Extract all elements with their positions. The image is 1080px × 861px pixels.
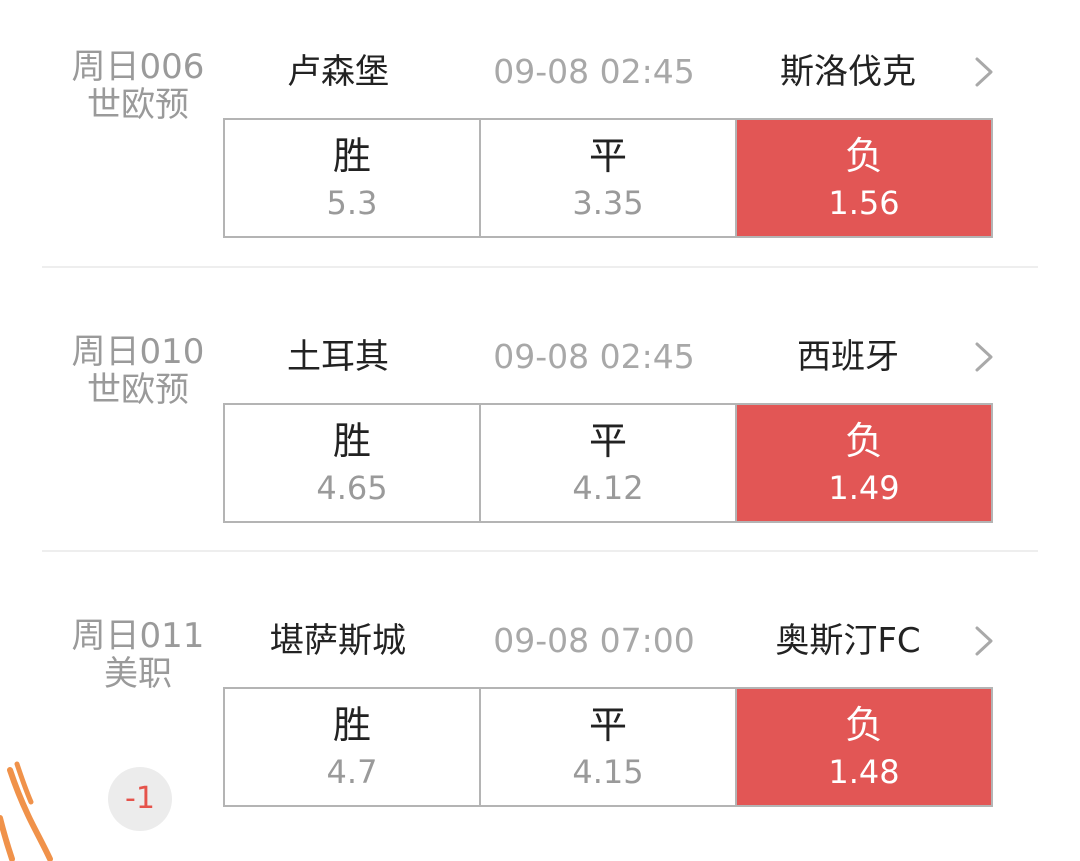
match-time: 09-08 07:00: [493, 621, 695, 660]
pen-scribble-mark: [0, 761, 53, 861]
match-code: 周日010: [71, 332, 205, 372]
odds-value: 3.35: [572, 184, 644, 222]
away-team: 奥斯汀FC: [775, 621, 921, 661]
away-team: 斯洛伐克: [780, 52, 916, 92]
odds-value: 4.65: [316, 469, 388, 507]
league-name: 美职: [104, 654, 172, 694]
odds-draw-button[interactable]: 平 3.35: [479, 120, 735, 236]
chevron-right-icon[interactable]: [964, 621, 1004, 661]
chevron-right-icon[interactable]: [964, 52, 1004, 92]
odds-value: 4.7: [326, 753, 378, 791]
league-name: 世欧预: [87, 85, 189, 125]
odds-lose-button[interactable]: 负 1.49: [735, 405, 991, 521]
divider: [42, 266, 1038, 268]
odds-win-button[interactable]: 胜 4.7: [225, 689, 479, 805]
odds-value: 4.12: [572, 469, 644, 507]
odds-row: 胜 4.7 平 4.15 负 1.48: [223, 687, 993, 807]
odds-label: 胜: [332, 419, 371, 463]
odds-value: 1.49: [828, 469, 900, 507]
odds-draw-button[interactable]: 平 4.12: [479, 405, 735, 521]
away-team: 西班牙: [797, 337, 899, 377]
home-team: 堪萨斯城: [270, 621, 406, 661]
odds-label: 负: [844, 134, 883, 178]
odds-row: 胜 4.65 平 4.12 负 1.49: [223, 403, 993, 523]
match-item: 周日006 世欧预 卢森堡 09-08 02:45 斯洛伐克 胜 5.3 平 3…: [0, 46, 1080, 286]
odds-label: 负: [844, 419, 883, 463]
odds-draw-button[interactable]: 平 4.15: [479, 689, 735, 805]
home-team: 卢森堡: [287, 52, 389, 92]
match-time: 09-08 02:45: [493, 337, 695, 376]
odds-lose-button[interactable]: 负 1.56: [735, 120, 991, 236]
odds-win-button[interactable]: 胜 5.3: [225, 120, 479, 236]
odds-label: 胜: [332, 703, 371, 747]
odds-label: 平: [588, 134, 627, 178]
odds-label: 平: [588, 703, 627, 747]
divider: [42, 550, 1038, 552]
odds-value: 5.3: [326, 184, 378, 222]
home-team: 土耳其: [287, 337, 389, 377]
league-name: 世欧预: [87, 370, 189, 410]
odds-label: 胜: [332, 134, 371, 178]
chevron-right-icon[interactable]: [964, 337, 1004, 377]
match-code: 周日011: [71, 616, 205, 656]
odds-label: 负: [844, 703, 883, 747]
odds-value: 1.48: [828, 753, 900, 791]
odds-label: 平: [588, 419, 627, 463]
odds-win-button[interactable]: 胜 4.65: [225, 405, 479, 521]
handicap-badge: -1: [108, 767, 172, 831]
match-time: 09-08 02:45: [493, 52, 695, 91]
odds-lose-button[interactable]: 负 1.48: [735, 689, 991, 805]
match-item: 周日010 世欧预 土耳其 09-08 02:45 西班牙 胜 4.65 平 4…: [0, 331, 1080, 571]
odds-value: 4.15: [572, 753, 644, 791]
match-code: 周日006: [71, 47, 205, 87]
odds-row: 胜 5.3 平 3.35 负 1.56: [223, 118, 993, 238]
match-list-page: 周日006 世欧预 卢森堡 09-08 02:45 斯洛伐克 胜 5.3 平 3…: [0, 0, 1080, 861]
match-item: 周日011 美职 -1 堪萨斯城 09-08 07:00 奥斯汀FC 胜 4.7…: [0, 615, 1080, 855]
odds-value: 1.56: [828, 184, 900, 222]
